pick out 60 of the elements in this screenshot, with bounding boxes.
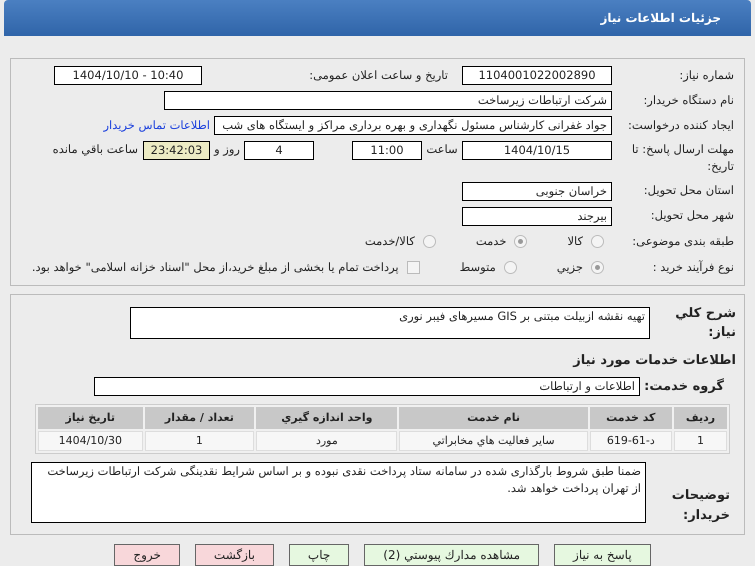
radio-button[interactable] — [504, 261, 517, 274]
treasury-note: پرداخت تمام یا بخشی از مبلغ خرید،از محل "اسناد خزانه اسلامی" خواهد بود. — [32, 258, 399, 276]
radio-label: کالا — [567, 232, 583, 250]
text-field[interactable]: جواد غفرانی کارشناس مسئول نگهداری و بهره برداری مراکز و ایستگاه های شب — [214, 116, 612, 135]
text-field[interactable]: اطلاعات و ارتباطات — [94, 376, 640, 396]
table-cell: د-61-619 — [590, 431, 672, 451]
field-label: تاریخ و ساعت اعلان عمومی: — [308, 66, 449, 84]
field-label: مهلت ارسال پاسخ: تا تاریخ: — [630, 141, 734, 176]
column-header: نام خدمت — [399, 407, 588, 429]
column-header: كد خدمت — [590, 407, 672, 429]
column-header: واحد اندازه گيري — [256, 407, 398, 429]
column-header: تعداد / مقدار — [144, 407, 254, 429]
time-label: ساعت — [425, 141, 459, 158]
text-field[interactable]: خراسان جنوبی — [462, 182, 612, 200]
header-bar: جزئیات اطلاعات نیاز — [4, 0, 751, 36]
action-button[interactable]: خروج — [114, 544, 180, 566]
field-label: نوع فرآیند خرید : — [652, 258, 734, 276]
field-label: شماره نیاز: — [678, 66, 734, 84]
action-button[interactable]: بازگشت — [194, 544, 274, 566]
days-label: روز و — [212, 141, 241, 158]
radio-label: خدمت — [476, 232, 506, 250]
text-field[interactable]: 1404/10/15 — [462, 141, 612, 160]
table-cell: 1404/10/30 — [38, 431, 143, 451]
contact-link[interactable]: اطلاعات تماس خریدار — [103, 116, 210, 134]
table-cell: 1 — [144, 431, 254, 451]
text-field[interactable]: 4 — [244, 141, 314, 160]
action-button[interactable]: پاسخ به نياز — [554, 544, 651, 566]
table-cell: 1 — [674, 431, 727, 451]
radio-button[interactable] — [591, 235, 604, 248]
radio-button[interactable] — [591, 261, 604, 274]
radio-label: جزيي — [556, 258, 583, 276]
field-label: طبقه بندی موضوعی: — [631, 232, 734, 250]
description-textarea[interactable]: تهیه نقشه ازبیلت مبتنی بر GIS مسیرهای فیبر نوری — [130, 307, 650, 339]
remaining-label: ساعت باقي مانده — [52, 141, 138, 158]
text-field[interactable]: بیرجند — [462, 206, 612, 226]
text-field[interactable]: 11:00 — [352, 141, 422, 160]
checkbox[interactable] — [406, 261, 420, 274]
table-cell: مورد — [256, 431, 398, 451]
action-button[interactable]: چاپ — [288, 544, 350, 566]
text-field[interactable]: شرکت ارتباطات زیرساخت — [164, 91, 612, 110]
column-header: رديف — [674, 407, 727, 429]
field-label: ایجاد کننده درخواست: — [627, 116, 734, 134]
radio-button[interactable] — [422, 235, 436, 248]
text-field[interactable]: 23:42:03 — [143, 141, 210, 160]
table-cell: ساير فعاليت هاي مخابراتي — [399, 431, 588, 451]
notes-textarea[interactable]: ضمنا طبق شروط بارگذاری شده در سامانه ستاد پرداخت نقدی نبوده و بر اساس شرایط نقدینگی شرکت ارتباطات زیرساخت از تهران پرداخت خواهد شد. — [31, 462, 646, 523]
radio-label: کالا/خدمت — [364, 232, 415, 250]
field-label: گروه خدمت: — [643, 377, 725, 396]
section-heading: اطلاعات خدمات مورد نياز — [572, 352, 736, 368]
field-label: نام دستگاه خریدار: — [642, 92, 734, 109]
radio-button[interactable] — [514, 235, 528, 248]
field-label: توضيحات خريدار: — [670, 487, 731, 524]
field-label: شهر محل تحویل: — [650, 207, 734, 224]
action-button[interactable]: مشاهده مدارك پيوستي (2) — [364, 544, 540, 566]
radio-label: متوسط — [460, 258, 496, 276]
column-header: تاريخ نياز — [38, 407, 143, 429]
text-field[interactable]: 1104001022002890 — [462, 66, 612, 85]
field-label: استان محل تحویل: — [642, 182, 734, 200]
text-field[interactable]: 1404/10/10 - 10:40 — [54, 66, 202, 85]
field-label: شرح كلي نياز: — [674, 304, 736, 342]
